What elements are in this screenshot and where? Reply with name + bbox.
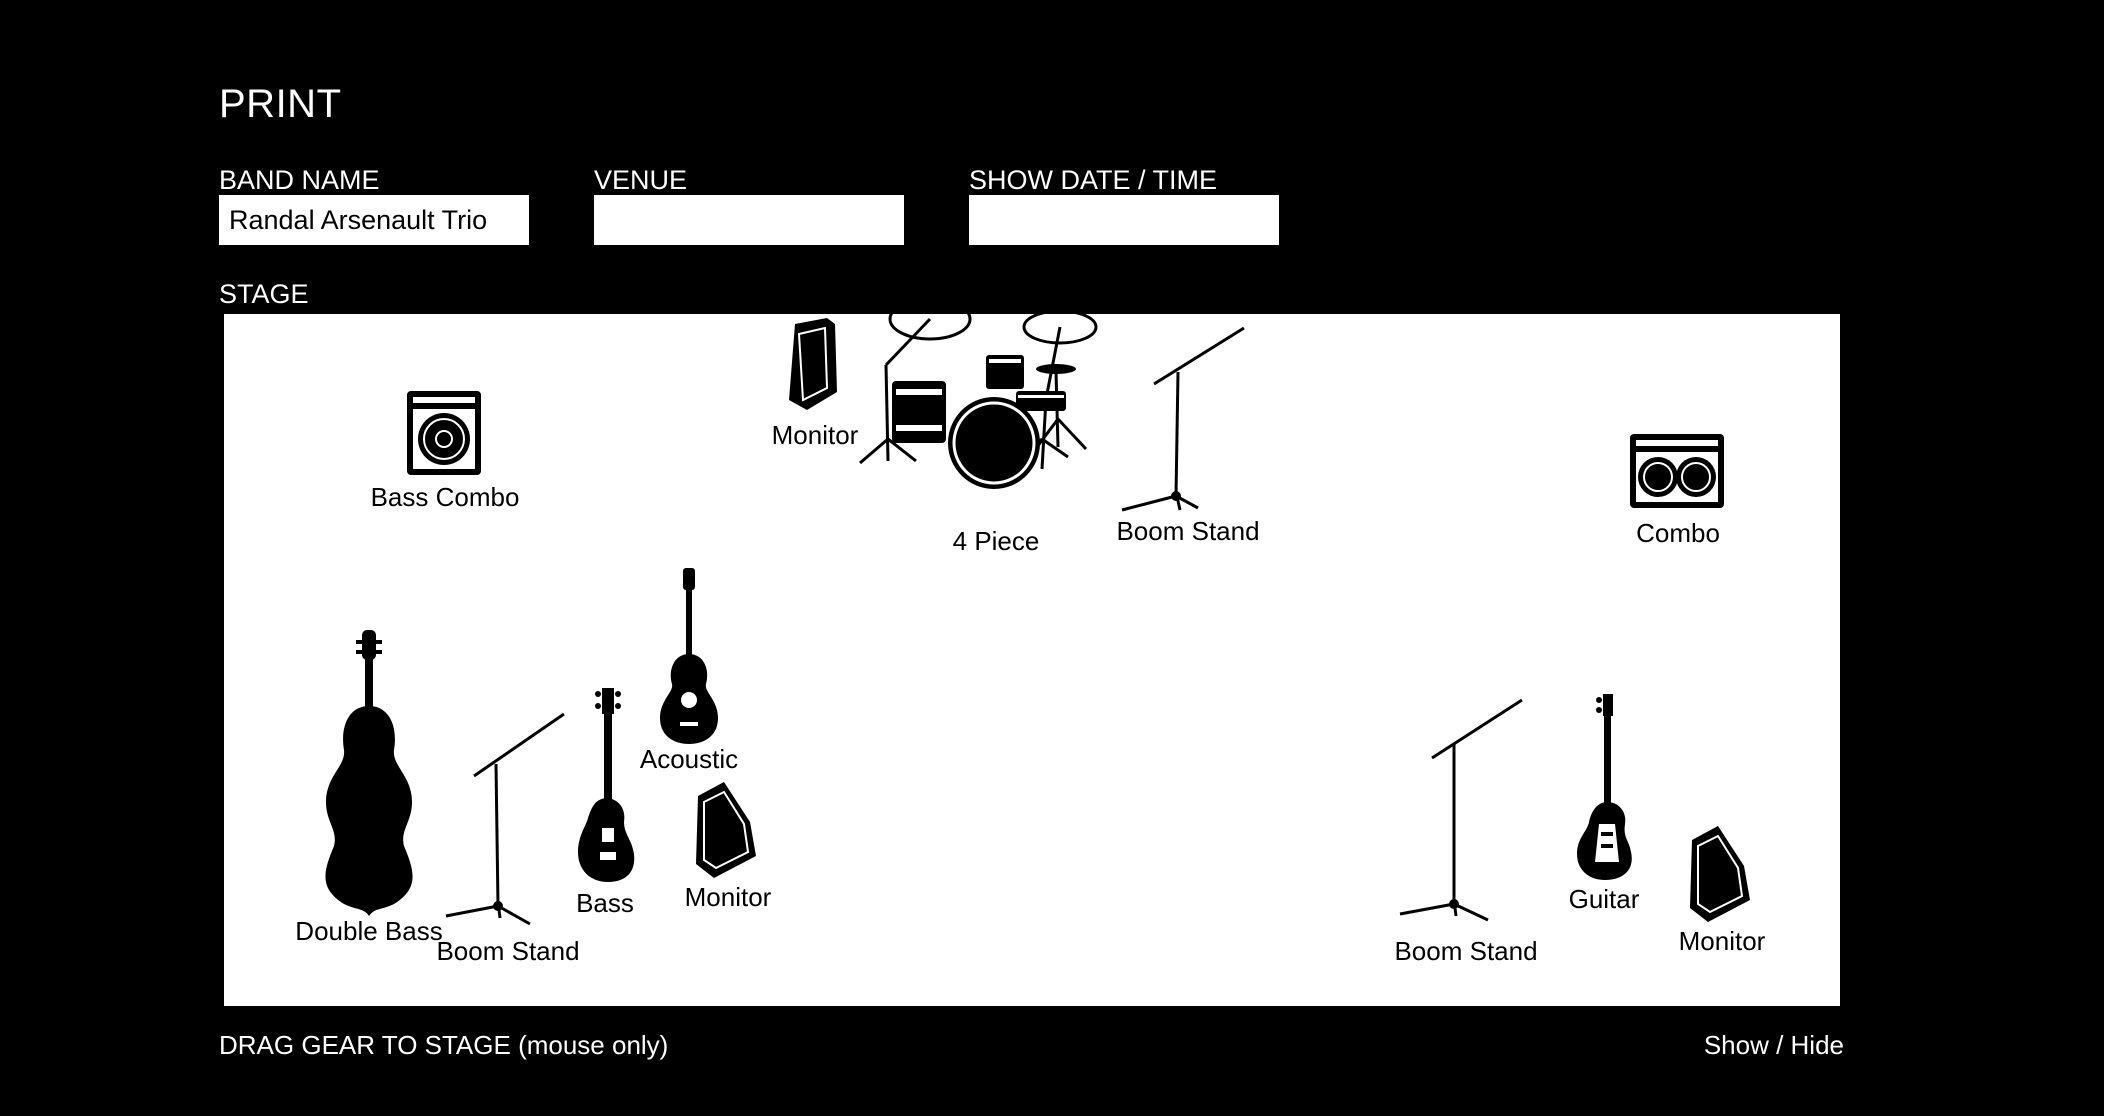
monitor-icon [789,318,837,410]
monitor-icon [696,782,756,878]
monitor-icon [1690,826,1750,922]
band-name-label: BAND NAME [219,165,380,195]
drum-kit-icon [859,314,1098,489]
print-button[interactable]: PRINT [219,82,342,127]
gear-label: Combo [1636,518,1720,548]
electric-guitar-icon [1577,694,1632,880]
gear-label: Monitor [684,882,772,912]
boom-stand-icon [1121,326,1245,512]
show-hide-toggle[interactable]: Show / Hide [1704,1030,1844,1061]
double-bass-icon [325,630,413,916]
show-date-label: SHOW DATE / TIME [969,165,1218,195]
bass-combo-icon [407,391,481,475]
gear-label: Boom Stand [1394,936,1538,966]
gear-label: Acoustic [639,744,739,774]
venue-input[interactable] [594,195,904,245]
stage-area[interactable]: Monitor 4 Piece Boom Stand Bass Combo Co… [224,314,1840,1006]
band-name-input[interactable] [219,195,529,245]
boom-stand-icon [1399,698,1523,922]
boom-stand-icon [445,712,565,926]
gear-label: Bass [576,888,634,918]
bass-guitar-icon [578,688,635,882]
gear-label: Double Bass [295,916,443,946]
gear-label: Boom Stand [436,936,580,966]
gear-label: Bass Combo [370,482,520,512]
venue-label: VENUE [594,165,688,195]
gear-label: Monitor [1678,926,1766,956]
show-date-input[interactable] [969,195,1279,245]
combo-amp-icon [1630,434,1724,508]
stage-label: STAGE [219,279,309,309]
drag-instructions: DRAG GEAR TO STAGE (mouse only) [219,1030,669,1060]
gear-label: 4 Piece [952,526,1040,556]
gear-label: Guitar [1568,884,1640,914]
acoustic-guitar-icon [660,568,718,744]
gear-label: Boom Stand [1116,516,1260,546]
